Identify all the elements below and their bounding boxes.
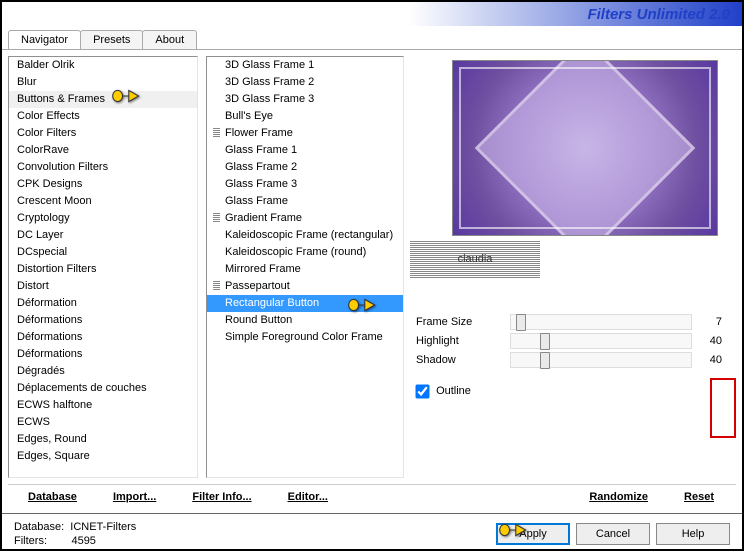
category-item[interactable]: Color Filters [9, 125, 197, 142]
filter-item[interactable]: Kaleidoscopic Frame (round) [207, 244, 403, 261]
category-item[interactable]: Dégradés [9, 363, 197, 380]
category-item[interactable]: Blur [9, 74, 197, 91]
toolbar: Database Import... Filter Info... Editor… [8, 484, 736, 513]
filter-list[interactable]: 3D Glass Frame 13D Glass Frame 23D Glass… [206, 56, 404, 478]
parameters: Frame Size 7 Highlight 40 Shadow 40 [416, 314, 722, 371]
filter-item[interactable]: Rectangular Button [207, 295, 403, 312]
preview-image [452, 60, 718, 236]
help-button[interactable]: Help [656, 523, 730, 545]
slider-thumb[interactable] [516, 314, 526, 331]
category-item[interactable]: Crescent Moon [9, 193, 197, 210]
category-item[interactable]: ECWS [9, 414, 197, 431]
cancel-button[interactable]: Cancel [576, 523, 650, 545]
category-item[interactable]: Cryptology [9, 210, 197, 227]
outline-row: Outline [416, 385, 722, 398]
filter-item[interactable]: Round Button [207, 312, 403, 329]
filter-item[interactable]: Passepartout [207, 278, 403, 295]
filter-info-button[interactable]: Filter Info... [184, 487, 259, 507]
drag-handle-icon [213, 213, 220, 222]
category-item[interactable]: Edges, Square [9, 448, 197, 465]
filter-item[interactable]: Simple Foreground Color Frame [207, 329, 403, 346]
tab-presets[interactable]: Presets [80, 30, 143, 49]
param-value: 40 [696, 354, 722, 366]
category-item[interactable]: ECWS halftone [9, 397, 197, 414]
tab-about[interactable]: About [142, 30, 197, 49]
drag-handle-icon [213, 281, 220, 290]
category-item[interactable]: Color Effects [9, 108, 197, 125]
reset-button[interactable]: Reset [676, 487, 722, 507]
category-item[interactable]: Buttons & Frames [9, 91, 197, 108]
watermark-logo: claudia [410, 240, 540, 278]
param-label: Frame Size [416, 316, 506, 328]
filter-item[interactable]: 3D Glass Frame 1 [207, 57, 403, 74]
param-value: 40 [696, 335, 722, 347]
param-slider[interactable] [510, 314, 692, 330]
category-item[interactable]: Distortion Filters [9, 261, 197, 278]
category-item[interactable]: DC Layer [9, 227, 197, 244]
filter-item[interactable]: Kaleidoscopic Frame (rectangular) [207, 227, 403, 244]
category-list[interactable]: Balder OlrikBlurButtons & FramesColor Ef… [9, 57, 197, 477]
drag-handle-icon [213, 128, 220, 137]
category-item[interactable]: Edges, Round [9, 431, 197, 448]
category-item[interactable]: CPK Designs [9, 176, 197, 193]
tab-row: NavigatorPresetsAbout [2, 26, 742, 50]
category-item[interactable]: Convolution Filters [9, 159, 197, 176]
footer-buttons: Apply Cancel Help [496, 523, 730, 545]
import-button[interactable]: Import... [105, 487, 164, 507]
filter-item[interactable]: Glass Frame 1 [207, 142, 403, 159]
category-item[interactable]: Déformation [9, 295, 197, 312]
param-label: Highlight [416, 335, 506, 347]
category-item[interactable]: Déformations [9, 312, 197, 329]
category-item[interactable]: Distort [9, 278, 197, 295]
category-item[interactable]: Déplacements de couches [9, 380, 197, 397]
slider-thumb[interactable] [540, 333, 550, 350]
footer-info: Database: ICNET-Filters Filters: 4595 [14, 520, 136, 548]
filter-item[interactable]: Glass Frame 3 [207, 176, 403, 193]
outline-checkbox[interactable] [415, 384, 429, 398]
param-row: Highlight 40 [416, 333, 722, 349]
filter-item[interactable]: Flower Frame [207, 125, 403, 142]
category-item[interactable]: Déformations [9, 346, 197, 363]
title-bar: Filters Unlimited 2.0 [2, 2, 742, 26]
param-value: 7 [696, 316, 722, 328]
filter-item[interactable]: 3D Glass Frame 2 [207, 74, 403, 91]
filter-item[interactable]: Glass Frame 2 [207, 159, 403, 176]
param-row: Shadow 40 [416, 352, 722, 368]
main-area: Balder OlrikBlurButtons & FramesColor Ef… [2, 50, 742, 484]
param-label: Shadow [416, 354, 506, 366]
category-item[interactable]: Déformations [9, 329, 197, 346]
category-panel: Balder OlrikBlurButtons & FramesColor Ef… [8, 56, 198, 478]
right-panel: claudia Rectangular Button Frame Size7Hi… [404, 56, 736, 478]
app-title: Filters Unlimited 2.0 [587, 6, 730, 23]
slider-thumb[interactable] [540, 352, 550, 369]
category-item[interactable]: DCspecial [9, 244, 197, 261]
param-slider[interactable] [510, 352, 692, 368]
database-button[interactable]: Database [20, 487, 85, 507]
param-row: Frame Size 7 [416, 314, 722, 330]
category-item[interactable]: Balder Olrik [9, 57, 197, 74]
filter-item[interactable]: Bull's Eye [207, 108, 403, 125]
filter-item[interactable]: Mirrored Frame [207, 261, 403, 278]
tab-navigator[interactable]: Navigator [8, 30, 81, 49]
outline-checkbox-label[interactable]: Outline [416, 385, 471, 397]
randomize-button[interactable]: Randomize [581, 487, 656, 507]
filter-item[interactable]: 3D Glass Frame 3 [207, 91, 403, 108]
filter-item[interactable]: Gradient Frame [207, 210, 403, 227]
param-slider[interactable] [510, 333, 692, 349]
editor-button[interactable]: Editor... [280, 487, 336, 507]
category-item[interactable]: ColorRave [9, 142, 197, 159]
filter-item[interactable]: Glass Frame [207, 193, 403, 210]
apply-button[interactable]: Apply [496, 523, 570, 545]
footer: Database: ICNET-Filters Filters: 4595 Ap… [2, 513, 742, 554]
